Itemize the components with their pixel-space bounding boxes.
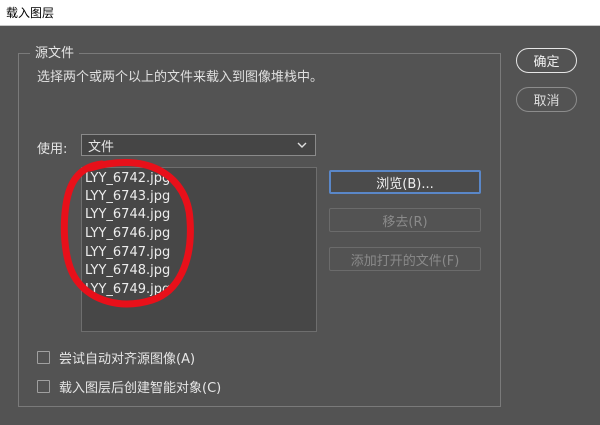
smart-object-checkbox[interactable] bbox=[37, 380, 50, 393]
smart-object-option[interactable]: 载入图层后创建智能对象(C) bbox=[37, 377, 221, 396]
file-list[interactable]: LYY_6742.jpg LYY_6743.jpg LYY_6744.jpg L… bbox=[81, 167, 317, 332]
window-title: 载入图层 bbox=[6, 6, 55, 20]
window-titlebar: 载入图层 bbox=[0, 0, 600, 26]
file-list-item[interactable]: LYY_6747.jpg bbox=[85, 245, 170, 260]
auto-align-option[interactable]: 尝试自动对齐源图像(A) bbox=[37, 348, 195, 367]
source-files-group-title: 源文件 bbox=[30, 42, 80, 61]
chevron-down-icon bbox=[297, 142, 307, 148]
use-select[interactable]: 文件 bbox=[81, 134, 316, 156]
file-list-item[interactable]: LYY_6742.jpg bbox=[85, 171, 170, 186]
source-files-description: 选择两个或两个以上的文件来载入到图像堆栈中。 bbox=[37, 70, 324, 85]
file-list-item[interactable]: LYY_6746.jpg bbox=[85, 226, 170, 241]
smart-object-label: 载入图层后创建智能对象(C) bbox=[59, 381, 222, 396]
use-select-value: 文件 bbox=[88, 139, 115, 155]
auto-align-label: 尝试自动对齐源图像(A) bbox=[59, 352, 196, 367]
ok-button[interactable]: 确定 bbox=[516, 48, 577, 73]
auto-align-checkbox[interactable] bbox=[37, 351, 50, 364]
remove-button[interactable]: 移去(R) bbox=[329, 208, 481, 232]
use-label: 使用: bbox=[37, 142, 68, 157]
file-list-item[interactable]: LYY_6749.jpg bbox=[85, 282, 170, 297]
add-open-files-button[interactable]: 添加打开的文件(F) bbox=[329, 247, 481, 271]
browse-button[interactable]: 浏览(B)... bbox=[329, 170, 481, 194]
file-list-item[interactable]: LYY_6743.jpg bbox=[85, 189, 170, 204]
file-list-item[interactable]: LYY_6748.jpg bbox=[85, 263, 170, 278]
cancel-button[interactable]: 取消 bbox=[516, 87, 577, 112]
file-list-item[interactable]: LYY_6744.jpg bbox=[85, 207, 170, 222]
